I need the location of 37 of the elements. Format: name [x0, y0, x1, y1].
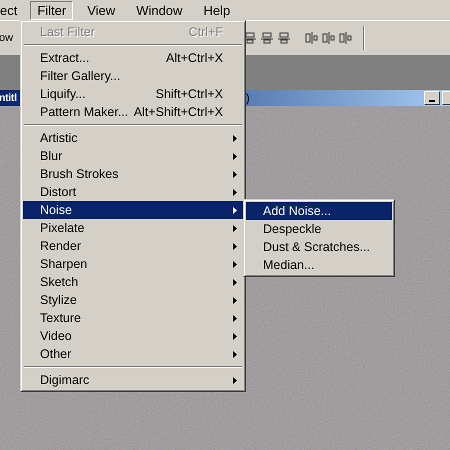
align-icon[interactable]	[277, 31, 292, 45]
menu-item[interactable]: Brush Strokes	[23, 165, 243, 183]
align-icon[interactable]	[339, 31, 354, 45]
menu-item[interactable]: Other	[23, 345, 243, 363]
align-icon[interactable]	[305, 31, 320, 45]
menu-bar-item[interactable]: ect	[0, 0, 24, 20]
menu-bar-item[interactable]: View	[80, 0, 122, 20]
align-icon[interactable]	[243, 31, 258, 45]
menu-item[interactable]: Video	[23, 327, 243, 345]
menu-item[interactable]: Artistic	[23, 129, 243, 147]
menu-item[interactable]: Median...	[246, 256, 392, 274]
menu-item[interactable]: Filter Gallery...	[23, 67, 243, 85]
menu-item[interactable]: Liquify... Shift+Ctrl+X	[23, 85, 243, 103]
menu-item[interactable]: Distort	[23, 183, 243, 201]
menu-item[interactable]: Render	[23, 237, 243, 255]
menu-item[interactable]: Extract... Alt+Ctrl+X	[23, 49, 243, 67]
maximize-button[interactable]	[442, 91, 450, 105]
menu-item[interactable]: Pixelate	[23, 219, 243, 237]
menu-item[interactable]: Digimarc	[23, 371, 243, 389]
minimize-button[interactable]	[424, 91, 440, 105]
align-icon[interactable]	[260, 31, 274, 45]
menu-item[interactable]: Texture	[23, 309, 243, 327]
menu-bar-item[interactable]: Window	[129, 0, 190, 20]
document-title: )	[246, 90, 250, 106]
menu-item[interactable]: Noise	[23, 201, 243, 219]
menu-bar-item[interactable]: Filter	[30, 0, 74, 20]
document-title: ntitl	[0, 91, 17, 106]
menu-item[interactable]: Pattern Maker... Alt+Shift+Ctrl+X	[23, 103, 243, 121]
menu-item[interactable]: Add Noise...	[246, 202, 392, 220]
menu-item[interactable]: Despeckle	[246, 220, 392, 238]
menu-item[interactable]: Blur	[23, 147, 243, 165]
align-icon[interactable]	[322, 31, 336, 45]
menu-item[interactable]: Sharpen	[23, 255, 243, 273]
menu-item[interactable]: Sketch	[23, 273, 243, 291]
menu-item[interactable]: Stylize	[23, 291, 243, 309]
menu-bar-item[interactable]: Help	[196, 0, 238, 20]
menu-item[interactable]: Dust & Scratches...	[246, 238, 392, 256]
